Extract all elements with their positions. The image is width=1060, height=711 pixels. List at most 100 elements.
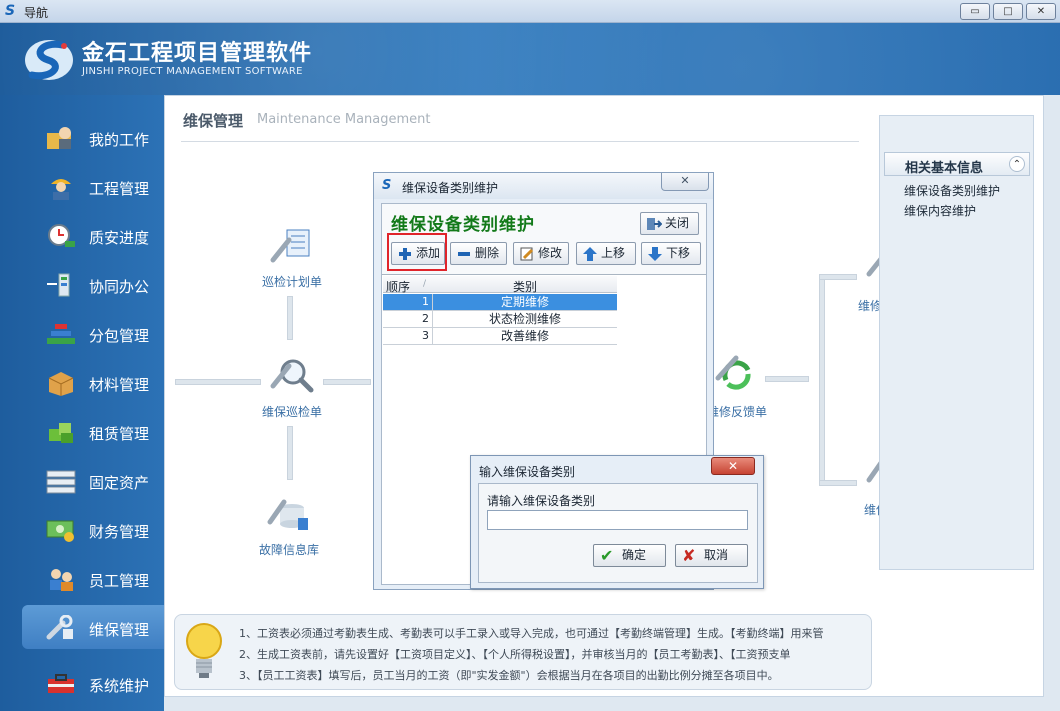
cubes-icon: [49, 423, 73, 443]
maximize-button[interactable]: □: [993, 3, 1023, 20]
tips-panel: 1、工资表必须通过考勤表生成、考勤表可以手工录入或导入完成，也可通过【考勤终端管…: [174, 614, 872, 690]
sidebar-item-office[interactable]: 协同办公: [0, 262, 164, 306]
server-icon: [46, 470, 76, 494]
window-title: 导航: [24, 6, 49, 20]
move-down-button[interactable]: 下移: [641, 242, 701, 265]
row-order: 3: [383, 328, 433, 345]
money-icon: [46, 520, 74, 542]
sidebar-item-label: 系统维护: [89, 677, 150, 695]
cross-icon: ✘: [682, 546, 696, 565]
category-input[interactable]: [487, 510, 748, 530]
close-button-label: 关闭: [665, 216, 690, 230]
magnifier-icon: [270, 359, 314, 393]
window-titlebar: S 导航 ▭ □ ✕: [0, 0, 1060, 23]
tip-line: 3、【员工工资表】填写后，员工当月的工资（即"实发金额"）会根据当月在各项目的出…: [239, 669, 779, 682]
move-up-label: 上移: [601, 246, 626, 260]
sidebar-item-label: 我的工作: [89, 131, 150, 149]
add-button[interactable]: 添加: [391, 242, 445, 265]
cancel-button-label: 取消: [704, 548, 729, 562]
sidebar-item-material[interactable]: 材料管理: [0, 360, 164, 404]
wrench-icon: [46, 615, 73, 640]
minimize-button[interactable]: ▭: [960, 3, 990, 20]
sidebar-item-system[interactable]: 系统维护: [0, 661, 164, 705]
worker-icon: [47, 127, 71, 149]
sidebar-item-label: 租赁管理: [89, 425, 150, 443]
sidebar-item-label: 分包管理: [89, 327, 150, 345]
sidebar-item-subcontract[interactable]: 分包管理: [0, 311, 164, 355]
row-order: 2: [383, 311, 433, 328]
related-info-header[interactable]: 相关基本信息 ⌃: [884, 152, 1030, 176]
sort-indicator-icon: /: [423, 279, 427, 289]
sidebar-item-staff[interactable]: 员工管理: [0, 556, 164, 600]
exit-door-icon: [647, 218, 662, 230]
flow-arrow-right: [175, 379, 261, 385]
input-category-dialog: 输入维保设备类别 ✕ 请输入维保设备类别 ✔ 确定 ✘ 取消: [470, 455, 764, 589]
dialog-heading: 维保设备类别维护: [391, 215, 535, 235]
plus-icon: [399, 248, 411, 260]
edit-button-label: 修改: [538, 246, 563, 260]
close-button[interactable]: 关闭: [640, 212, 699, 235]
page-title: 维保管理: [183, 112, 244, 130]
sidebar-item-maintenance[interactable]: 维保管理: [22, 605, 164, 649]
row-category: 状态检测维修: [488, 312, 561, 326]
link-maintenance-content[interactable]: 维保内容维护: [904, 202, 976, 219]
close-window-button[interactable]: ✕: [1026, 3, 1056, 20]
flow-fault-db[interactable]: 故障信息库: [249, 488, 329, 558]
ok-button[interactable]: ✔ 确定: [593, 544, 666, 567]
dialog-close-button[interactable]: ✕: [661, 173, 709, 191]
dialog-title: 维保设备类别维护: [402, 181, 499, 195]
move-up-button[interactable]: 上移: [576, 242, 636, 265]
add-button-label: 添加: [416, 246, 441, 260]
dialog-close-button[interactable]: ✕: [711, 457, 755, 475]
tip-line: 1、工资表必须通过考勤表生成、考勤表可以手工录入或导入完成，也可通过【考勤终端管…: [239, 627, 824, 640]
sidebar-item-finance[interactable]: 财务管理: [0, 507, 164, 551]
page-subtitle: Maintenance Management: [257, 112, 431, 127]
sidebar-item-lease[interactable]: 租赁管理: [0, 409, 164, 453]
toolbox-icon: [48, 674, 74, 693]
collapse-chevron-icon[interactable]: ⌃: [1009, 156, 1025, 172]
column-header-order[interactable]: 顺序: [386, 278, 410, 295]
flow-inspection-plan[interactable]: 巡检计划单: [252, 220, 332, 290]
sidebar-item-assets[interactable]: 固定资产: [0, 458, 164, 502]
sidebar-item-quality[interactable]: 质安进度: [0, 213, 164, 257]
sidebar-item-label: 财务管理: [89, 523, 150, 541]
tip-line: 2、生成工资表前，请先设置好【工资项目定义】、【个人所得税设置】，并审核当月的【…: [239, 648, 791, 661]
table-row[interactable]: 2 状态检测维修: [383, 311, 617, 328]
edit-pencil-icon: [520, 247, 534, 261]
sidebar-item-my-work[interactable]: 我的工作: [0, 115, 164, 159]
box-icon: [48, 372, 74, 396]
app-header: 金石工程项目管理软件 JINSHI PROJECT MANAGEMENT SOF…: [0, 23, 1060, 95]
checkmark-icon: ✔: [600, 546, 614, 565]
pyramid-icon: [47, 324, 75, 344]
move-down-label: 下移: [666, 246, 691, 260]
arrow-up-icon: [583, 247, 597, 261]
app-logo-icon: S: [382, 178, 392, 193]
related-info-panel: 相关基本信息 ⌃ 维保设备类别维护 维保内容维护: [879, 115, 1034, 570]
sidebar-item-project[interactable]: 工程管理: [0, 164, 164, 208]
flow-inspection-order[interactable]: 维保巡检单: [252, 350, 332, 420]
grid-header: 顺序 / 类别: [383, 276, 617, 295]
table-row[interactable]: 3 改善维修: [383, 328, 617, 345]
sidebar-item-label: 工程管理: [89, 180, 150, 198]
sidebar-item-label: 材料管理: [89, 376, 150, 394]
flow-bracket: [819, 274, 825, 486]
dialog-title: 输入维保设备类别: [479, 465, 576, 479]
table-row[interactable]: 1 定期维修: [383, 294, 617, 311]
flow-arrow-up: [287, 426, 293, 480]
sidebar-item-label: 员工管理: [89, 572, 150, 590]
database-icon: [267, 499, 308, 530]
cancel-button[interactable]: ✘ 取消: [675, 544, 748, 567]
row-category: 定期维修: [500, 295, 549, 309]
edit-button[interactable]: 修改: [513, 242, 569, 265]
column-header-category[interactable]: 类别: [513, 278, 537, 295]
link-equipment-category[interactable]: 维保设备类别维护: [904, 182, 1000, 199]
sidebar-item-label: 维保管理: [89, 621, 150, 639]
plan-sheet-icon: [270, 229, 310, 263]
main-sidebar: 我的工作 工程管理 质安进度 协同办公 分包管理 材料管理 租赁管理 固定资产 …: [0, 95, 164, 711]
users-icon: [50, 569, 73, 591]
flow-label: 故障信息库: [258, 543, 319, 557]
minus-icon: [458, 252, 470, 256]
delete-button[interactable]: 删除: [450, 242, 507, 265]
row-category: 改善维修: [500, 329, 549, 343]
product-title: 金石工程项目管理软件: [82, 41, 313, 66]
